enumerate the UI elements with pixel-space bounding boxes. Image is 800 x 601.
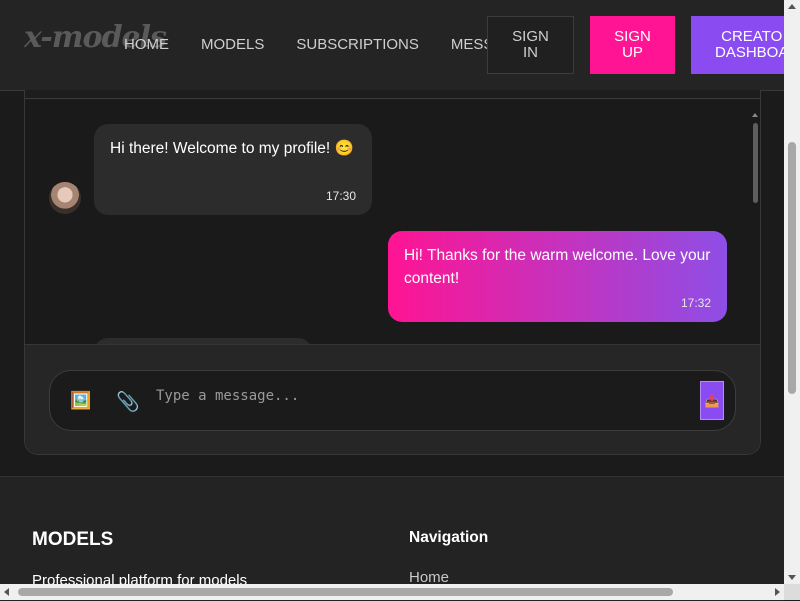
message-list-scrollbar[interactable]	[750, 110, 760, 344]
scroll-up-arrow-icon[interactable]	[788, 4, 796, 9]
footer-nav-title: Navigation	[409, 529, 489, 546]
sign-in-button[interactable]: SIGN IN	[487, 16, 574, 74]
nav-models[interactable]: MODELS	[201, 36, 264, 53]
message-text: Hi there! Welcome to my profile! 😊	[110, 140, 354, 157]
model-avatar[interactable]	[49, 182, 81, 214]
composer-area: 🖼️ 📎 📤	[25, 344, 760, 454]
composer-box: 🖼️ 📎 📤	[49, 370, 736, 431]
attach-file-icon[interactable]: 📎	[116, 390, 140, 413]
message-incoming: Hi there! Welcome to my profile! 😊 17:30	[94, 124, 372, 215]
sign-up-button[interactable]: SIGN UP	[590, 16, 675, 74]
page-vertical-scrollbar[interactable]	[784, 0, 800, 600]
message-outgoing: Hi! Thanks for the warm welcome. Love yo…	[388, 231, 727, 322]
chat-panel: Hi there! Welcome to my profile! 😊 17:30…	[24, 90, 761, 455]
message-time: 17:30	[325, 189, 356, 203]
scroll-left-arrow-icon[interactable]	[4, 588, 9, 596]
footer-brand-title: MODELS	[32, 529, 114, 550]
page-horizontal-scrollbar[interactable]	[0, 584, 784, 600]
nav-home[interactable]: HOME	[124, 36, 169, 53]
scroll-right-arrow-icon[interactable]	[775, 588, 780, 596]
image-upload-icon[interactable]: 🖼️	[70, 391, 91, 411]
scroll-up-arrow-icon[interactable]	[752, 113, 758, 117]
chat-divider	[25, 98, 760, 99]
send-button[interactable]: 📤	[700, 381, 724, 420]
page-scrollbar-thumb[interactable]	[788, 142, 796, 394]
nav-subscriptions[interactable]: SUBSCRIPTIONS	[296, 36, 419, 53]
scrollbar-thumb[interactable]	[753, 123, 758, 203]
site-footer: MODELS Professional platform for models …	[0, 476, 784, 601]
scrollbar-corner	[784, 584, 800, 600]
scroll-down-arrow-icon[interactable]	[788, 575, 796, 580]
creator-dashboard-button[interactable]: CREATO DASHBOA	[691, 16, 784, 74]
page-hscroll-thumb[interactable]	[18, 588, 673, 596]
message-input[interactable]	[154, 383, 578, 409]
message-text: Hi! Thanks for the warm welcome. Love yo…	[404, 247, 711, 287]
message-time: 17:32	[680, 296, 711, 310]
send-icon: 📤	[704, 393, 720, 408]
site-header: x-models HOME MODELS SUBSCRIPTIONS MESSA…	[0, 0, 784, 91]
message-list[interactable]: Hi there! Welcome to my profile! 😊 17:30…	[25, 100, 760, 344]
